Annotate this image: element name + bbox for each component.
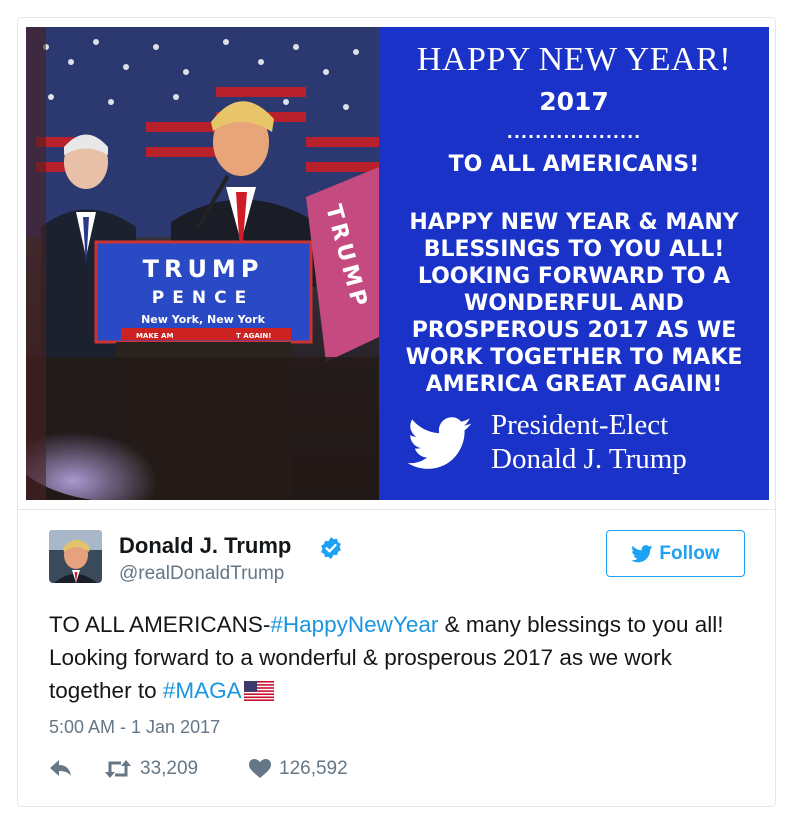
follow-label: Follow (659, 542, 720, 564)
twitter-bird-icon (631, 544, 653, 562)
timestamp[interactable]: 5:00 AM - 1 Jan 2017 (49, 717, 220, 738)
tweet-image[interactable]: TRUMP PENCE New York, New York MAKE AM T… (26, 27, 769, 500)
panel-signature: President-Elect Donald J. Trump (399, 409, 759, 479)
like-action[interactable]: 126,592 (249, 758, 348, 780)
panel-year: 2017 (539, 87, 609, 116)
tweet-actions: 33,209 126,592 (49, 758, 749, 788)
podium-slogan-left: MAKE AM (136, 332, 173, 340)
retweet-count: 33,209 (140, 758, 199, 779)
author-handle[interactable]: @realDonaldTrump (119, 563, 284, 585)
signature-line2: Donald J. Trump (491, 443, 687, 475)
signature-line1: President-Elect (491, 409, 669, 441)
divider (18, 509, 775, 510)
avatar[interactable] (49, 530, 102, 583)
podium-slogan-right: T AGAIN! (236, 332, 271, 340)
podium-location: New York, New York (141, 313, 266, 326)
panel-dots: ................... (506, 123, 642, 142)
tweet-card: TRUMP PENCE New York, New York MAKE AM T… (17, 17, 776, 807)
retweet-icon (105, 760, 131, 778)
twitter-bird-icon (407, 417, 472, 469)
hashtag-happynewyear[interactable]: #HappyNewYear (270, 612, 438, 637)
us-flag-icon (243, 681, 274, 701)
panel-title: HAPPY NEW YEAR! (416, 41, 732, 78)
reply-icon (50, 760, 71, 776)
retweet-action[interactable]: 33,209 (104, 758, 198, 780)
panel-body: HAPPY NEW YEAR & MANY BLESSINGS TO YOU A… (405, 210, 743, 397)
like-count: 126,592 (279, 758, 348, 779)
new-year-message-panel: HAPPY NEW YEAR! 2017 ...................… (379, 27, 769, 500)
follow-button[interactable]: Follow (606, 530, 745, 577)
tweet-text: TO ALL AMERICANS-#HappyNewYear & many bl… (49, 608, 749, 707)
panel-heading: TO ALL AMERICANS! (448, 152, 700, 177)
reply-action[interactable] (49, 758, 73, 778)
podium-running-mate: PENCE (152, 288, 254, 308)
podium-name: TRUMP (143, 255, 264, 283)
author-name[interactable]: Donald J. Trump (119, 533, 291, 559)
rally-photo: TRUMP PENCE New York, New York MAKE AM T… (26, 27, 379, 500)
hashtag-maga[interactable]: #MAGA (163, 678, 242, 703)
tweet-text-part1: TO ALL AMERICANS- (49, 612, 271, 637)
verified-badge-icon (321, 537, 341, 559)
heart-icon (249, 759, 271, 778)
